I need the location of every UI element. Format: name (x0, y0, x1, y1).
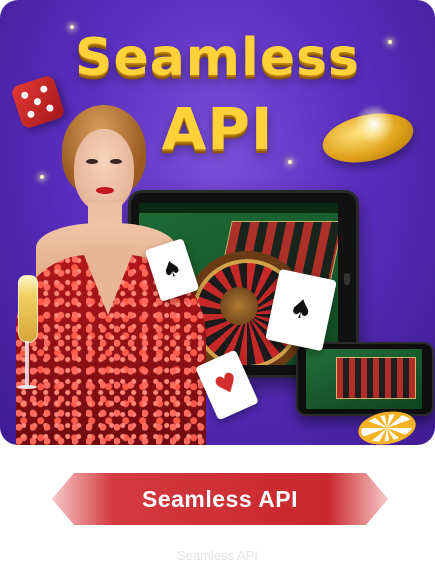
champagne-glass-icon (16, 275, 38, 393)
eye (110, 159, 122, 164)
phone-roulette-screen (306, 349, 422, 409)
heart-icon: ♥ (210, 366, 244, 404)
caption-text: Seamless API (177, 548, 258, 563)
roulette-table-grid (336, 357, 416, 399)
phone-device (296, 342, 434, 416)
banner-card: Seamless API ♠ ♠ ♥ (0, 0, 435, 445)
seamless-api-button[interactable]: Seamless API (52, 473, 388, 525)
eye (86, 159, 98, 164)
headline-seamless: Seamless (75, 28, 360, 88)
neckline (80, 245, 136, 315)
lips (96, 187, 114, 194)
spade-icon: ♠ (286, 292, 316, 328)
tablet-home-button (344, 273, 350, 285)
sparkle-icon (354, 104, 394, 144)
face (74, 129, 134, 211)
seamless-api-button-label: Seamless API (141, 486, 299, 512)
